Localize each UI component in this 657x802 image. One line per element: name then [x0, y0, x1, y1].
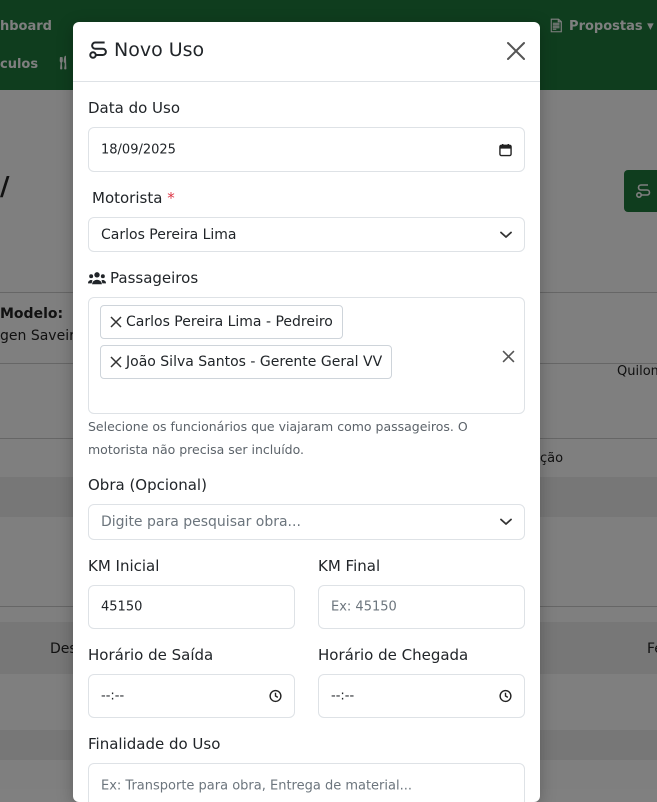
novo-uso-modal: Novo Uso Data do Uso 18/09/2025 Motorist…	[73, 22, 540, 802]
km-final-label: KM Final	[318, 557, 381, 575]
km-final-input[interactable]: Ex: 45150	[318, 585, 525, 629]
km-inicial-input[interactable]: 45150	[88, 585, 295, 629]
clear-all-icon[interactable]	[502, 350, 515, 363]
chevron-down-icon	[500, 231, 512, 238]
modal-title: Novo Uso	[89, 39, 204, 61]
obra-select[interactable]: Digite para pesquisar obra...	[88, 504, 525, 540]
passenger-tag: Carlos Pereira Lima - Pedreiro	[100, 305, 343, 339]
remove-tag-icon[interactable]	[110, 356, 122, 368]
modal-header: Novo Uso	[73, 22, 540, 82]
route-icon	[89, 41, 107, 59]
data-uso-input[interactable]: 18/09/2025	[88, 127, 525, 172]
clock-icon[interactable]	[499, 689, 512, 703]
horario-saida-input[interactable]: --:--	[88, 674, 295, 718]
close-icon[interactable]	[505, 40, 527, 62]
finalidade-input[interactable]: Ex: Transporte para obra, Entrega de mat…	[88, 763, 525, 802]
data-uso-label: Data do Uso	[88, 99, 181, 117]
motorista-label: Motorista *	[92, 189, 175, 207]
chevron-down-icon	[500, 518, 512, 525]
motorista-select[interactable]: Carlos Pereira Lima	[88, 217, 525, 252]
calendar-icon[interactable]	[499, 143, 512, 156]
obra-label: Obra (Opcional)	[88, 476, 207, 494]
passenger-tag: João Silva Santos - Gerente Geral VV	[100, 345, 393, 379]
users-icon	[88, 272, 106, 285]
horario-chegada-label: Horário de Chegada	[318, 646, 469, 664]
clock-icon[interactable]	[269, 689, 282, 703]
remove-tag-icon[interactable]	[110, 316, 122, 328]
passageiros-multiselect[interactable]: Carlos Pereira Lima - Pedreiro João Silv…	[88, 297, 525, 414]
horario-saida-label: Horário de Saída	[88, 646, 214, 664]
finalidade-label: Finalidade do Uso	[88, 735, 221, 753]
horario-chegada-input[interactable]: --:--	[318, 674, 525, 718]
passageiros-help-text: Selecione os funcionários que viajaram c…	[88, 419, 468, 457]
km-inicial-label: KM Inicial	[88, 557, 160, 575]
passageiros-label: Passageiros	[88, 269, 198, 287]
